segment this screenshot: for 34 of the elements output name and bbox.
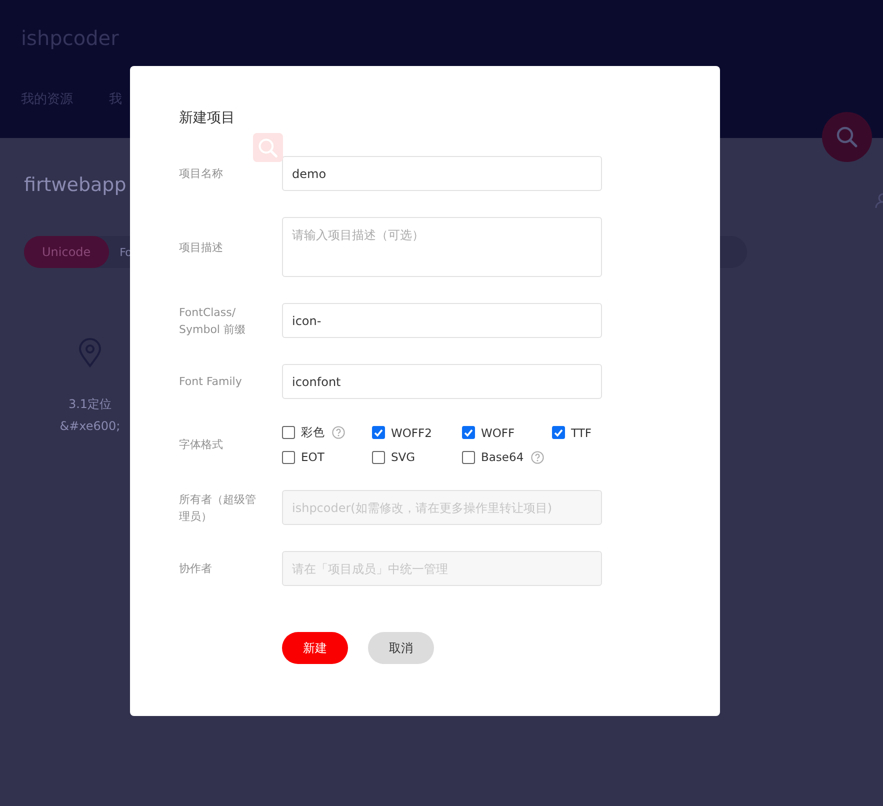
checkbox-label: Base64	[481, 450, 524, 464]
project-title: firtwebapp	[24, 174, 126, 196]
field-label: Font Family	[179, 374, 243, 390]
tab[interactable]: Unicode	[24, 236, 109, 268]
checkbox[interactable]	[282, 426, 295, 439]
field-label: 项目名称	[179, 166, 224, 182]
search-icon	[835, 125, 859, 149]
icon-code: &#xe600;	[60, 419, 120, 433]
checkbox[interactable]	[372, 450, 385, 464]
checkbox-label: TTF	[571, 426, 592, 440]
input-field[interactable]: icon-	[282, 303, 602, 338]
icon-name: 3.1定位	[68, 396, 112, 413]
field-label: FontClass/ Symbol 前缀	[179, 304, 246, 338]
search-button[interactable]	[822, 112, 872, 162]
field-label: 项目描述	[179, 240, 224, 256]
checkbox-label: EOT	[301, 450, 324, 464]
field-label: 所有者（超级管理员）	[179, 492, 257, 524]
field-label: 协作者	[179, 561, 213, 577]
checkbox[interactable]	[282, 450, 295, 464]
textarea-field[interactable]: 请输入项目描述（可选）	[282, 217, 602, 277]
input-field[interactable]: iconfont	[282, 364, 602, 399]
checkbox-label: 彩色	[301, 425, 325, 440]
checkbox[interactable]	[372, 426, 385, 439]
field-label: 字体格式	[179, 437, 224, 453]
checkbox-label: WOFF	[481, 426, 515, 440]
checkbox-label: SVG	[391, 450, 416, 464]
create-button[interactable]: 新建	[282, 632, 348, 664]
checkbox[interactable]	[462, 426, 475, 439]
checkbox[interactable]	[462, 450, 475, 464]
input-field[interactable]: demo	[282, 156, 602, 191]
cancel-button[interactable]: 取消	[368, 632, 434, 664]
dialog-title: 新建项目	[179, 109, 235, 127]
checkbox[interactable]	[552, 426, 565, 439]
checkbox-label: WOFF2	[391, 426, 432, 440]
